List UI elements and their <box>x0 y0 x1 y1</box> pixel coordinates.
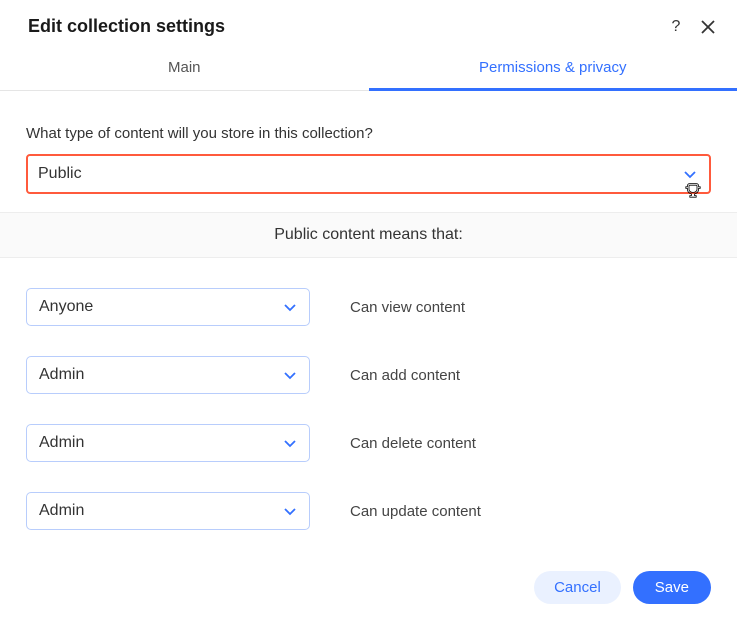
perm-role-value: Admin <box>39 434 84 452</box>
perm-role-update-select[interactable]: Admin <box>26 492 310 530</box>
perm-row-add: Admin Can add content <box>26 356 711 394</box>
perm-role-value: Admin <box>39 502 84 520</box>
chevron-down-icon <box>283 436 297 450</box>
cancel-button[interactable]: Cancel <box>534 571 621 604</box>
close-icon[interactable] <box>699 18 717 36</box>
tab-main[interactable]: Main <box>0 47 369 90</box>
perm-label: Can update content <box>350 503 481 520</box>
save-button[interactable]: Save <box>633 571 711 604</box>
chevron-down-icon <box>683 167 697 181</box>
content-type-select[interactable]: Public <box>26 154 711 194</box>
perm-label: Can delete content <box>350 435 476 452</box>
perm-row-view: Anyone Can view content <box>26 288 711 326</box>
perm-label: Can add content <box>350 367 460 384</box>
chevron-down-icon <box>283 300 297 314</box>
dialog-header: Edit collection settings ? <box>0 0 737 47</box>
perm-row-delete: Admin Can delete content <box>26 424 711 462</box>
perm-role-delete-select[interactable]: Admin <box>26 424 310 462</box>
dialog-footer: Cancel Save <box>534 571 711 604</box>
perm-role-add-select[interactable]: Admin <box>26 356 310 394</box>
tab-permissions[interactable]: Permissions & privacy <box>369 47 737 90</box>
perm-role-value: Anyone <box>39 298 93 316</box>
help-icon[interactable]: ? <box>667 18 685 36</box>
explain-bar: Public content means that: <box>0 212 737 258</box>
content-type-value: Public <box>38 165 82 183</box>
content-area: What type of content will you store in t… <box>0 91 737 530</box>
chevron-down-icon <box>283 368 297 382</box>
perm-role-value: Admin <box>39 366 84 384</box>
perm-label: Can view content <box>350 299 465 316</box>
perm-row-update: Admin Can update content <box>26 492 711 530</box>
dialog-title: Edit collection settings <box>28 16 225 37</box>
tabs: Main Permissions & privacy <box>0 47 737 91</box>
header-icons: ? <box>667 18 717 36</box>
perm-role-view-select[interactable]: Anyone <box>26 288 310 326</box>
chevron-down-icon <box>283 504 297 518</box>
cursor-icon <box>685 182 701 198</box>
content-type-question: What type of content will you store in t… <box>26 125 711 142</box>
